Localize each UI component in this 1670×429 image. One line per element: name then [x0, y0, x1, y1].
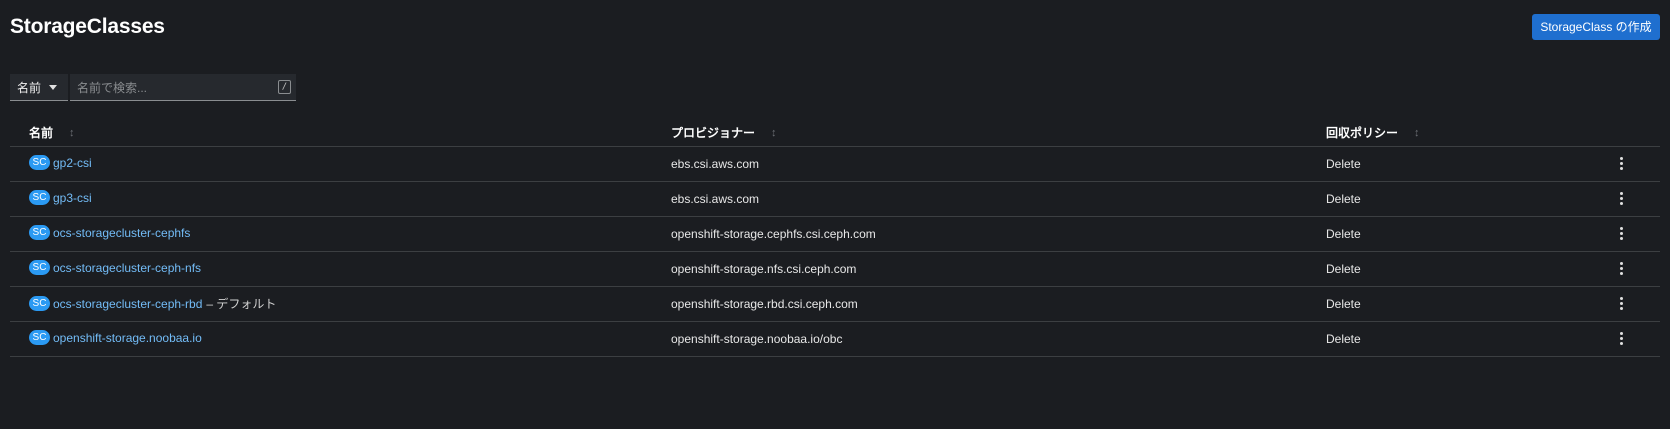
column-header-name[interactable]: 名前 ↕ [29, 124, 75, 141]
column-header-label: プロビジョナー [671, 126, 756, 140]
column-header-label: 回収ポリシー [1326, 126, 1399, 140]
reclaim-policy-cell: Delete [1326, 192, 1361, 206]
name-cell: SC gp3-csi [29, 190, 96, 205]
kebab-icon[interactable] [1614, 190, 1628, 206]
reclaim-policy-cell: Delete [1326, 262, 1361, 276]
keyboard-shortcut-hint: / [278, 80, 291, 94]
provisioner-cell: openshift-storage.noobaa.io/obc [671, 332, 843, 346]
sc-badge: SC [29, 260, 50, 275]
search-field: / [70, 74, 296, 102]
sort-icon: ↕ [69, 126, 75, 139]
page-title: StorageClasses [10, 15, 165, 38]
filter-type-dropdown[interactable]: 名前 [10, 74, 68, 101]
column-header-label: 名前 [29, 126, 54, 140]
filter-toolbar: 名前 / [10, 74, 296, 102]
column-header-reclaim-policy[interactable]: 回収ポリシー ↕ [1326, 124, 1420, 141]
reclaim-policy-cell: Delete [1326, 227, 1361, 241]
name-cell: SC ocs-storagecluster-cephfs [29, 225, 194, 240]
storageclass-link[interactable]: ocs-storagecluster-ceph-rbd [53, 297, 202, 311]
sc-badge: SC [29, 296, 50, 311]
provisioner-cell: openshift-storage.nfs.csi.ceph.com [671, 262, 857, 276]
provisioner-cell: openshift-storage.rbd.csi.ceph.com [671, 297, 858, 311]
provisioner-cell: ebs.csi.aws.com [671, 157, 760, 171]
table-header: 名前 ↕ プロビジョナー ↕ 回収ポリシー ↕ [10, 118, 1660, 147]
reclaim-policy-cell: Delete [1326, 157, 1361, 171]
table-row: SC gp3-csi ebs.csi.aws.com Delete [10, 182, 1660, 217]
reclaim-policy-cell: Delete [1326, 332, 1361, 346]
kebab-icon[interactable] [1614, 295, 1628, 311]
table-row: SC ocs-storagecluster-ceph-nfs openshift… [10, 252, 1660, 287]
table-row: SC openshift-storage.noobaa.io openshift… [10, 322, 1660, 357]
caret-down-icon [49, 84, 58, 90]
default-label: – デフォルト [206, 297, 277, 311]
storageclass-link[interactable]: gp3-csi [53, 191, 92, 205]
sort-icon: ↕ [771, 126, 777, 139]
kebab-icon[interactable] [1614, 225, 1628, 241]
storageclass-link[interactable]: gp2-csi [53, 156, 92, 170]
reclaim-policy-cell: Delete [1326, 297, 1361, 311]
column-header-provisioner[interactable]: プロビジョナー ↕ [671, 124, 777, 141]
sc-badge: SC [29, 225, 50, 240]
provisioner-cell: ebs.csi.aws.com [671, 192, 760, 206]
storageclass-table: 名前 ↕ プロビジョナー ↕ 回収ポリシー ↕ SC gp2-csi ebs.c… [10, 118, 1660, 357]
table-row: SC ocs-storagecluster-ceph-rbd – デフォルト o… [10, 287, 1660, 322]
provisioner-cell: openshift-storage.cephfs.csi.ceph.com [671, 227, 876, 241]
table-row: SC ocs-storagecluster-cephfs openshift-s… [10, 217, 1660, 252]
sc-badge: SC [29, 190, 50, 205]
name-cell: SC ocs-storagecluster-ceph-rbd – デフォルト [29, 295, 276, 312]
filter-type-label: 名前 [17, 80, 42, 95]
sort-icon: ↕ [1414, 126, 1420, 139]
sc-badge: SC [29, 155, 50, 170]
storageclass-link[interactable]: openshift-storage.noobaa.io [53, 331, 202, 345]
storageclass-link[interactable]: ocs-storagecluster-ceph-nfs [53, 261, 201, 275]
kebab-icon[interactable] [1614, 260, 1628, 276]
kebab-icon[interactable] [1614, 155, 1628, 171]
storageclasses-page: StorageClasses StorageClass の作成 名前 / 名前 … [0, 0, 1670, 429]
table-row: SC gp2-csi ebs.csi.aws.com Delete [10, 147, 1660, 182]
sc-badge: SC [29, 330, 50, 345]
create-storageclass-button[interactable]: StorageClass の作成 [1532, 14, 1660, 40]
name-cell: SC ocs-storagecluster-ceph-nfs [29, 260, 205, 275]
name-cell: SC gp2-csi [29, 155, 96, 170]
search-input[interactable] [70, 74, 279, 102]
kebab-icon[interactable] [1614, 330, 1628, 346]
storageclass-link[interactable]: ocs-storagecluster-cephfs [53, 226, 190, 240]
name-cell: SC openshift-storage.noobaa.io [29, 330, 206, 345]
